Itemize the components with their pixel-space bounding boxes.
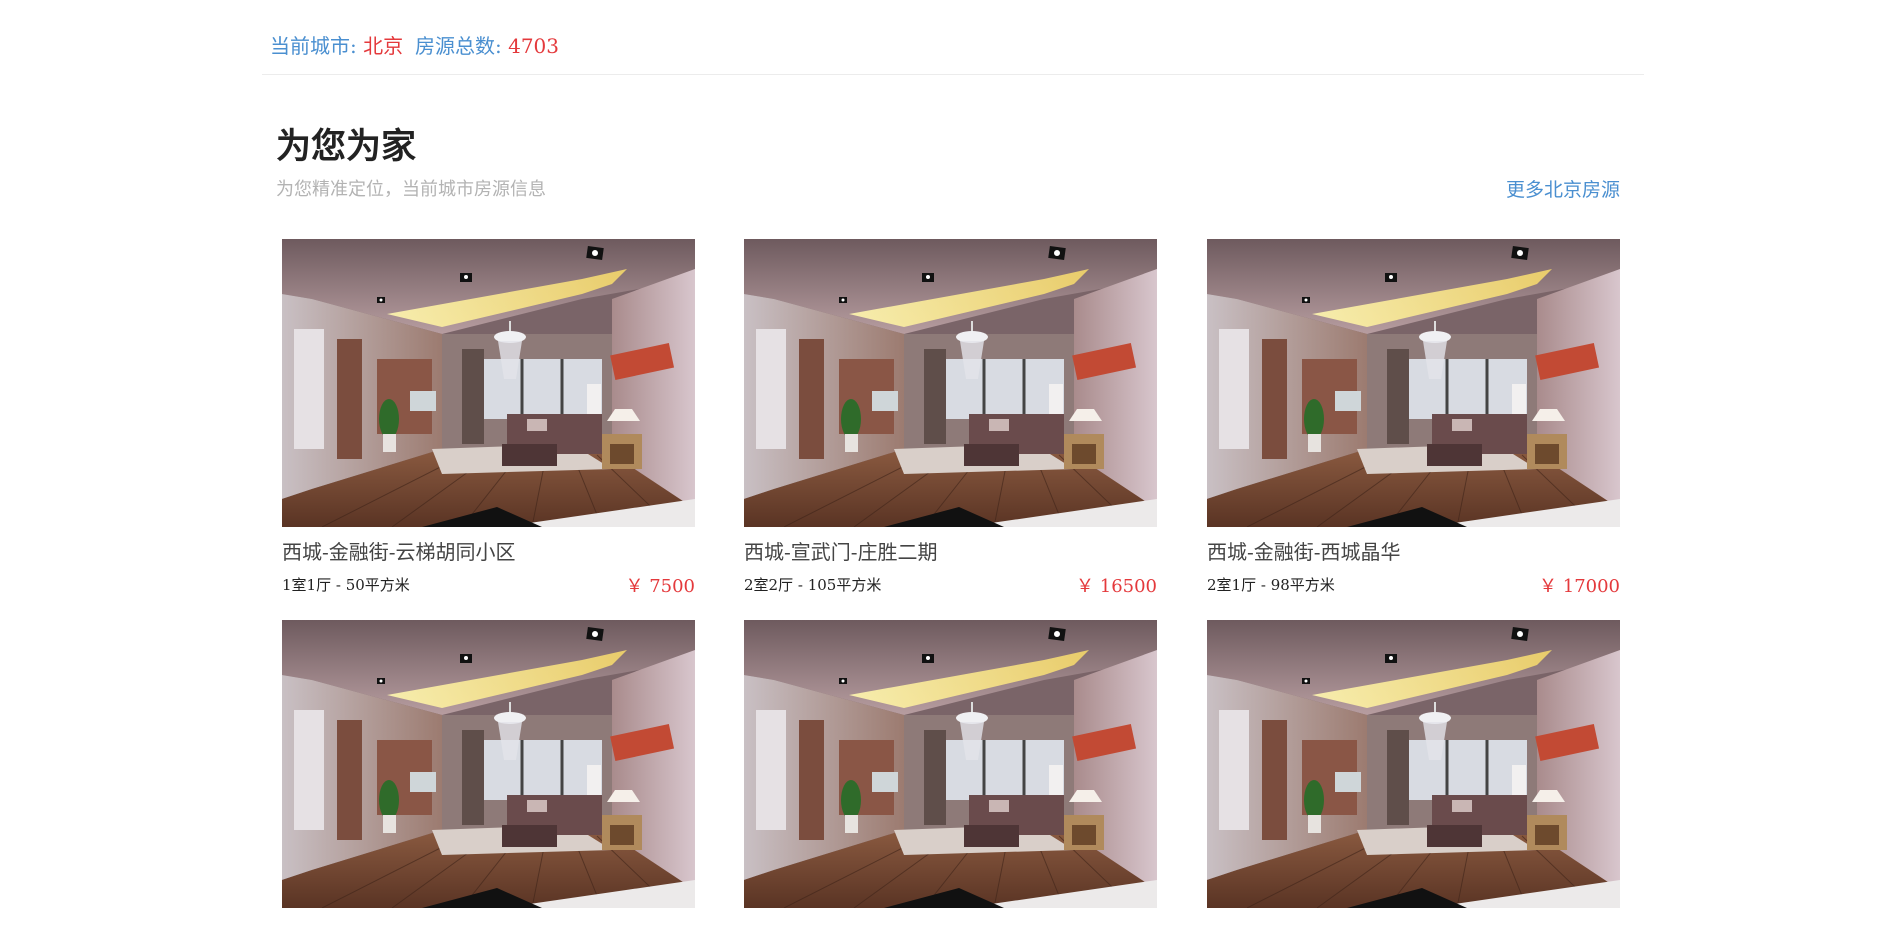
listing-count-value: 4703 bbox=[508, 34, 560, 58]
listing-card[interactable]: 西城-金融街-云梯胡同小区 1室1厅 - 50平方米 ￥ 7500 bbox=[282, 239, 695, 597]
listing-name[interactable]: 西城-宣武门-庄胜二期 bbox=[744, 539, 938, 565]
listing-price: ￥ 16500 bbox=[1076, 576, 1157, 597]
listing-name[interactable]: 西城-金融街-云梯胡同小区 bbox=[282, 539, 516, 565]
current-city-value: 北京 bbox=[363, 34, 404, 58]
listing-photo[interactable] bbox=[1207, 239, 1620, 527]
listing-count: 房源总数: 4703 bbox=[415, 33, 559, 59]
listing-photo[interactable] bbox=[744, 239, 1157, 527]
page: 当前城市: 北京 房源总数: 4703 为您为家 为您精准定位，当前城市房源信息… bbox=[0, 0, 1898, 925]
listing-photo[interactable] bbox=[282, 239, 695, 527]
section-title: 为您为家 bbox=[276, 127, 417, 167]
listing-card[interactable]: 西城-金融街-西城晶华 2室1厅 - 98平方米 ￥ 17000 bbox=[1207, 239, 1620, 597]
section-subtitle: 为您精准定位，当前城市房源信息 bbox=[276, 179, 546, 200]
listing-specs: 1室1厅 - 50平方米 bbox=[282, 576, 410, 594]
listing-card[interactable] bbox=[744, 620, 1157, 908]
listing-photo[interactable] bbox=[282, 620, 695, 908]
listing-photo[interactable] bbox=[1207, 620, 1620, 908]
listing-price: ￥ 17000 bbox=[1539, 576, 1620, 597]
listing-name[interactable]: 西城-金融街-西城晶华 bbox=[1207, 539, 1401, 565]
listing-card[interactable] bbox=[282, 620, 695, 908]
listing-photo[interactable] bbox=[744, 620, 1157, 908]
listing-price: ￥ 7500 bbox=[625, 576, 695, 597]
listing-card[interactable]: 西城-宣武门-庄胜二期 2室2厅 - 105平方米 ￥ 16500 bbox=[744, 239, 1157, 597]
more-listings-link[interactable]: 更多北京房源 bbox=[1506, 178, 1620, 202]
current-city: 当前城市: 北京 bbox=[270, 33, 403, 59]
current-city-label: 当前城市: bbox=[270, 34, 357, 58]
city-status-bar: 当前城市: 北京 房源总数: 4703 bbox=[262, 0, 1644, 75]
listing-specs: 2室1厅 - 98平方米 bbox=[1207, 576, 1335, 594]
listing-count-label: 房源总数: bbox=[415, 34, 502, 58]
listing-card[interactable] bbox=[1207, 620, 1620, 908]
listing-specs: 2室2厅 - 105平方米 bbox=[744, 576, 882, 594]
